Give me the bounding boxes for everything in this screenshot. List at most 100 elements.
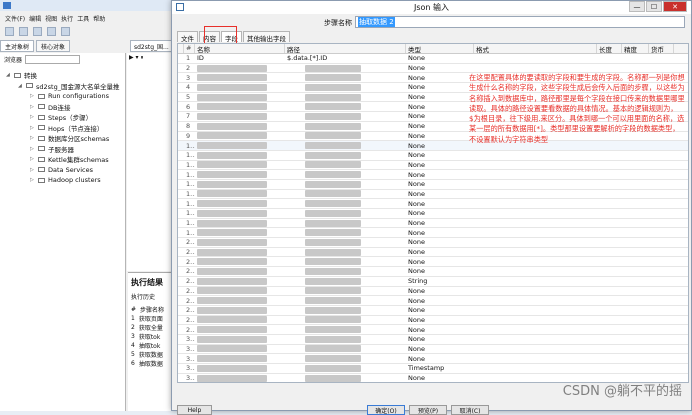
- currency-cell[interactable]: [649, 238, 674, 247]
- col-header-format[interactable]: 格式: [474, 44, 597, 53]
- currency-cell[interactable]: [649, 257, 674, 266]
- row-index-cell[interactable]: 1...: [184, 180, 195, 189]
- name-cell[interactable]: [195, 209, 285, 218]
- path-cell[interactable]: [285, 354, 406, 363]
- type-cell[interactable]: None: [406, 267, 474, 276]
- type-cell[interactable]: None: [406, 345, 474, 354]
- type-cell[interactable]: None: [406, 64, 474, 73]
- type-cell[interactable]: None: [406, 54, 474, 63]
- row-index-cell[interactable]: 1...: [184, 170, 195, 179]
- type-cell[interactable]: None: [406, 238, 474, 247]
- table-row[interactable]: 1... None: [178, 228, 688, 239]
- precision-cell[interactable]: [622, 170, 649, 179]
- row-index-cell[interactable]: 2...: [184, 257, 195, 266]
- collapsed-arrow-icon[interactable]: ▷: [30, 104, 35, 110]
- tree-item[interactable]: ▷ Data Services: [6, 165, 125, 176]
- type-cell[interactable]: None: [406, 228, 474, 237]
- type-cell[interactable]: Timestamp: [406, 364, 474, 373]
- tree-item[interactable]: ▷ DB连接: [6, 102, 125, 113]
- type-cell[interactable]: None: [406, 199, 474, 208]
- path-cell[interactable]: [285, 306, 406, 315]
- table-row[interactable]: 1... None: [178, 180, 688, 190]
- format-cell[interactable]: [474, 325, 597, 334]
- type-cell[interactable]: None: [406, 257, 474, 266]
- format-cell[interactable]: [474, 170, 597, 179]
- row-index-cell[interactable]: 1: [184, 54, 195, 63]
- length-cell[interactable]: [597, 151, 622, 160]
- menu-item[interactable]: 视图: [45, 14, 57, 23]
- type-cell[interactable]: String: [406, 277, 474, 286]
- length-cell[interactable]: [597, 170, 622, 179]
- tree-item[interactable]: ▷ Steps（步骤）: [6, 112, 125, 123]
- precision-cell[interactable]: [622, 267, 649, 276]
- row-index-cell[interactable]: 2...: [184, 306, 195, 315]
- table-row[interactable]: 3... Timestamp: [178, 364, 688, 374]
- type-cell[interactable]: None: [406, 102, 474, 111]
- format-cell[interactable]: [474, 248, 597, 257]
- tree-item[interactable]: ▷ 子服务器: [6, 144, 125, 155]
- path-cell[interactable]: [285, 228, 406, 237]
- row-index-cell[interactable]: 5: [184, 93, 195, 102]
- collapsed-arrow-icon[interactable]: ▷: [30, 146, 35, 152]
- precision-cell[interactable]: [622, 287, 649, 296]
- row-index-cell[interactable]: 3...: [184, 345, 195, 354]
- format-cell[interactable]: [474, 190, 597, 199]
- row-index-cell[interactable]: 8: [184, 122, 195, 131]
- precision-cell[interactable]: [622, 180, 649, 189]
- path-cell[interactable]: [285, 112, 406, 121]
- format-cell[interactable]: [474, 238, 597, 247]
- table-row[interactable]: 1... None: [178, 161, 688, 171]
- tree-item[interactable]: ▷ Kettle集群schemas: [6, 154, 125, 165]
- type-cell[interactable]: None: [406, 170, 474, 179]
- save-icon[interactable]: [33, 27, 42, 36]
- length-cell[interactable]: [597, 306, 622, 315]
- path-cell[interactable]: [285, 170, 406, 179]
- name-cell[interactable]: [195, 190, 285, 199]
- row-index-cell[interactable]: 2...: [184, 287, 195, 296]
- row-index-cell[interactable]: 2...: [184, 238, 195, 247]
- currency-cell[interactable]: [649, 54, 674, 63]
- col-header-index[interactable]: #: [184, 44, 195, 53]
- currency-cell[interactable]: [649, 354, 674, 363]
- name-cell[interactable]: [195, 257, 285, 266]
- path-cell[interactable]: [285, 248, 406, 257]
- format-cell[interactable]: [474, 199, 597, 208]
- precision-cell[interactable]: [622, 296, 649, 305]
- format-cell[interactable]: [474, 228, 597, 237]
- currency-cell[interactable]: [649, 364, 674, 373]
- type-cell[interactable]: None: [406, 209, 474, 218]
- name-cell[interactable]: [195, 248, 285, 257]
- name-cell[interactable]: [195, 325, 285, 334]
- tree-item[interactable]: ▷ 数据库分区schemas: [6, 133, 125, 144]
- length-cell[interactable]: [597, 287, 622, 296]
- col-header-type[interactable]: 类型: [406, 44, 474, 53]
- currency-cell[interactable]: [649, 190, 674, 199]
- layers-icon[interactable]: [61, 27, 70, 36]
- precision-cell[interactable]: [622, 209, 649, 218]
- tab-main-tree[interactable]: 主对象树: [0, 40, 35, 52]
- table-row[interactable]: 2... None: [178, 287, 688, 297]
- name-cell[interactable]: [195, 64, 285, 73]
- table-row[interactable]: 2... None: [178, 238, 688, 248]
- name-cell[interactable]: [195, 219, 285, 228]
- currency-cell[interactable]: [649, 170, 674, 179]
- name-cell[interactable]: [195, 161, 285, 170]
- row-index-cell[interactable]: 2: [184, 64, 195, 73]
- precision-cell[interactable]: [622, 277, 649, 286]
- row-index-cell[interactable]: 1...: [184, 151, 195, 160]
- path-cell[interactable]: [285, 73, 406, 82]
- format-cell[interactable]: [474, 161, 597, 170]
- cancel-button[interactable]: 取消(C): [451, 405, 489, 415]
- path-cell[interactable]: [285, 199, 406, 208]
- tree-item[interactable]: ▷ Hops（节点连接）: [6, 123, 125, 134]
- currency-cell[interactable]: [649, 296, 674, 305]
- tab-file[interactable]: 文件: [177, 31, 198, 43]
- path-cell[interactable]: [285, 316, 406, 325]
- type-cell[interactable]: None: [406, 161, 474, 170]
- length-cell[interactable]: [597, 354, 622, 363]
- length-cell[interactable]: [597, 325, 622, 334]
- collapsed-arrow-icon[interactable]: ▷: [30, 135, 35, 141]
- tree-item[interactable]: ▷ Hadoop clusters: [6, 175, 125, 186]
- length-cell[interactable]: [597, 335, 622, 344]
- type-cell[interactable]: None: [406, 248, 474, 257]
